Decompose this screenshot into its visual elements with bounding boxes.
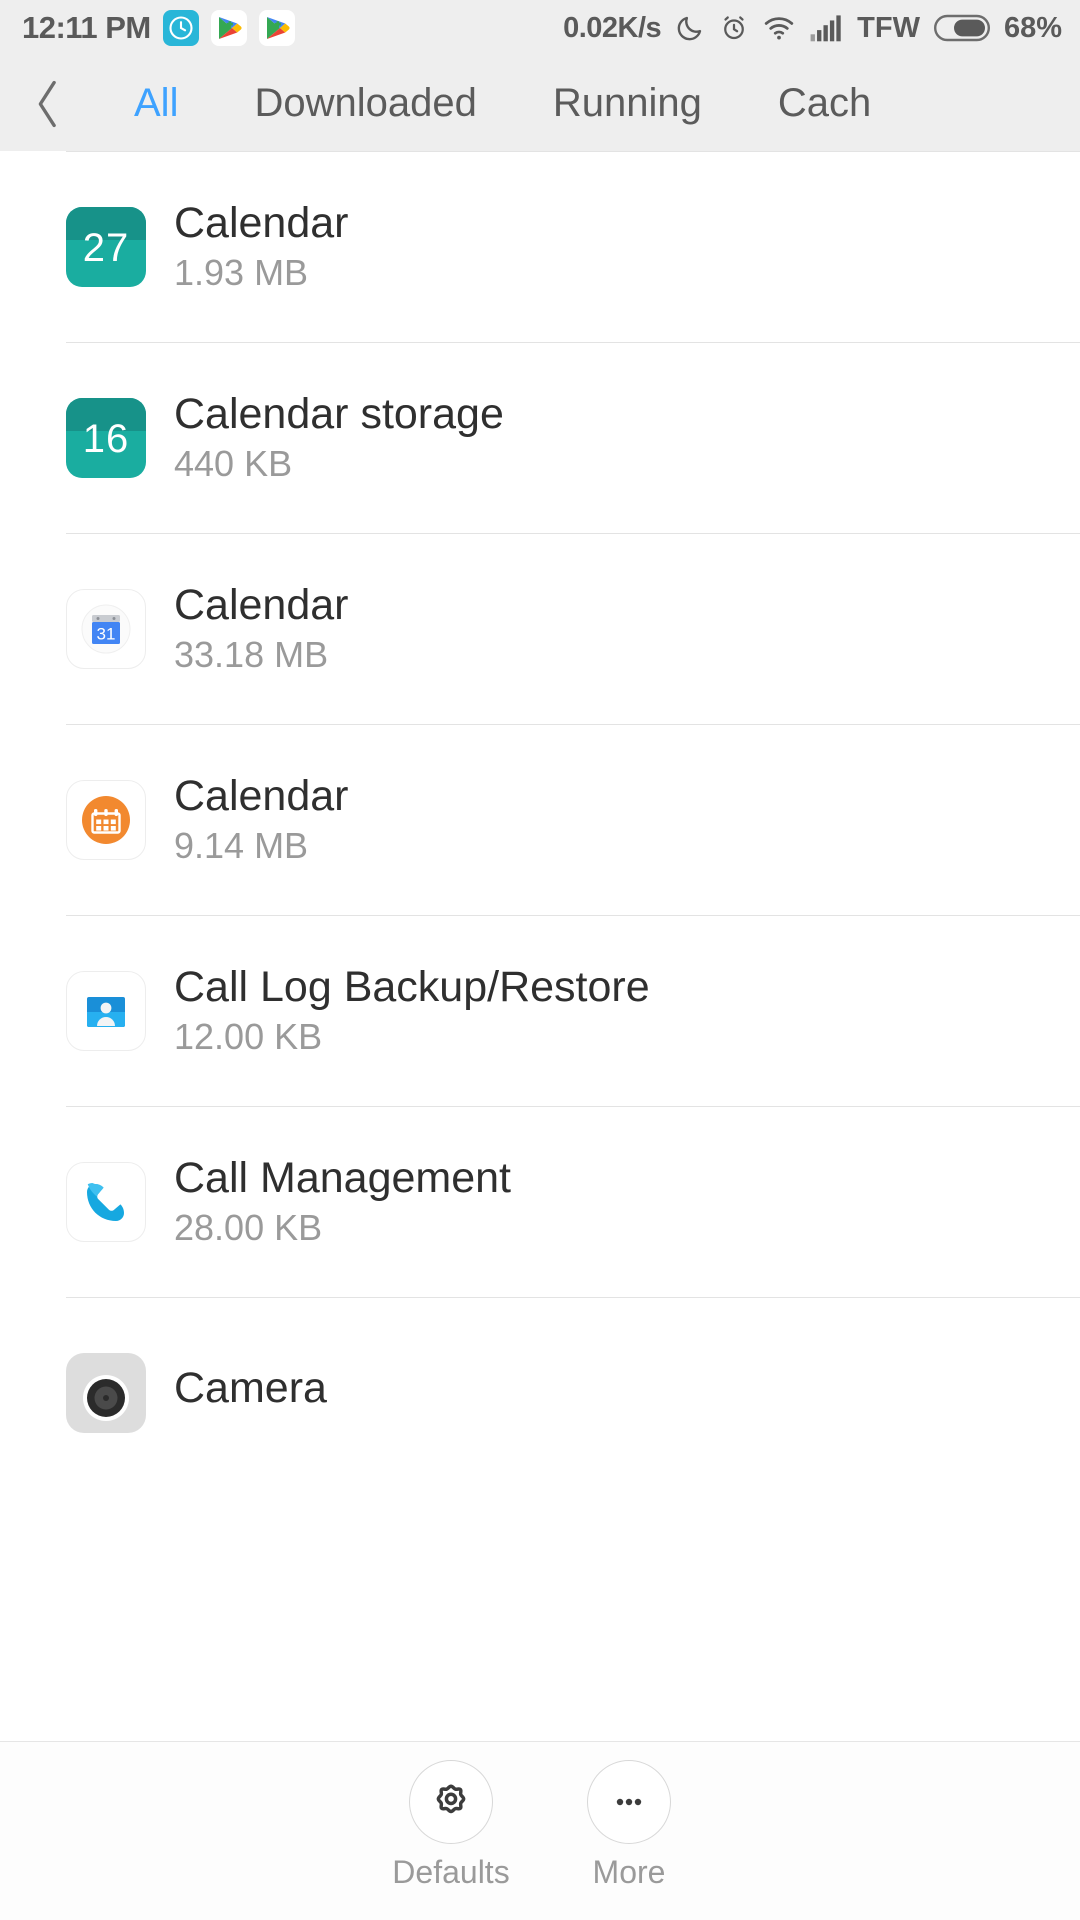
table-row[interactable]: Camera (0, 1297, 1080, 1488)
phone-handset-icon (66, 1161, 146, 1242)
app-size: 9.14 MB (174, 825, 309, 867)
calendar-date-27-icon: 27 (66, 206, 146, 287)
app-info: Calendar 1.93 MB (174, 199, 349, 294)
app-settings-screen: 12:11 PM 0.02K/s TFW 68% All Downloaded … (0, 0, 1080, 1920)
bottom-action-bar: Defaults More (0, 1741, 1080, 1920)
orange-calendar-icon (66, 779, 146, 860)
app-size: 440 KB (174, 443, 293, 485)
back-button[interactable] (0, 56, 96, 151)
tab-running[interactable]: Running (515, 56, 740, 151)
status-time: 12:11 PM (22, 10, 151, 45)
app-name: Calendar (174, 772, 349, 821)
gear-icon (409, 1760, 493, 1844)
google-play-services-icon (258, 10, 295, 46)
table-row[interactable]: Call Management 28.00 KB (0, 1106, 1080, 1297)
camera-lens-icon (66, 1352, 146, 1433)
more-button[interactable]: More (554, 1760, 704, 1891)
tab-all[interactable]: All (96, 56, 216, 151)
google-play-services-icon (210, 10, 247, 46)
app-size: 28.00 KB (174, 1207, 323, 1249)
table-row[interactable]: Call Log Backup/Restore 12.00 KB (0, 915, 1080, 1106)
app-info: Calendar storage 440 KB (174, 390, 504, 485)
app-name: Call Log Backup/Restore (174, 963, 650, 1012)
app-info: Calendar 9.14 MB (174, 772, 349, 867)
do-not-disturb-moon-icon (675, 13, 705, 43)
calendar-date-16-icon: 16 (66, 397, 146, 478)
svg-text:31: 31 (97, 624, 116, 643)
table-row[interactable]: 31 Calendar 33.18 MB (0, 533, 1080, 724)
more-label: More (592, 1854, 666, 1890)
alarm-icon (719, 13, 749, 43)
app-size: 1.93 MB (174, 252, 309, 294)
table-row[interactable]: 16 Calendar storage 440 KB (0, 342, 1080, 533)
app-info: Camera (174, 1363, 327, 1419)
cellular-signal-icon (809, 14, 843, 42)
app-size: 33.18 MB (174, 634, 329, 676)
app-name: Camera (174, 1363, 327, 1412)
app-info: Call Management 28.00 KB (174, 1154, 512, 1249)
contacts-card-icon (66, 970, 146, 1051)
tab-downloaded[interactable]: Downloaded (216, 56, 514, 151)
app-name: Calendar storage (174, 390, 504, 439)
table-row[interactable]: Calendar 9.14 MB (0, 724, 1080, 915)
tab-list: All Downloaded Running Cach (96, 56, 1080, 151)
defaults-button[interactable]: Defaults (376, 1760, 526, 1891)
app-name: Calendar (174, 581, 349, 630)
app-size: 12.00 KB (174, 1016, 323, 1058)
app-info: Calendar 33.18 MB (174, 581, 349, 676)
app-name: Call Management (174, 1154, 512, 1203)
icon-date-number: 16 (82, 417, 130, 461)
app-name: Calendar (174, 199, 349, 248)
table-row[interactable]: 27 Calendar 1.93 MB (0, 151, 1080, 342)
defaults-label: Defaults (392, 1854, 510, 1890)
app-info: Call Log Backup/Restore 12.00 KB (174, 963, 650, 1058)
status-bar: 12:11 PM 0.02K/s TFW 68% (0, 0, 1080, 56)
app-list[interactable]: 27 Calendar 1.93 MB 16 Calendar storage … (0, 151, 1080, 1741)
google-calendar-icon: 31 (66, 588, 146, 669)
status-bar-right: 0.02K/s TFW 68% (563, 12, 1062, 45)
battery-icon (933, 13, 990, 43)
tab-cached[interactable]: Cach (740, 56, 909, 151)
clock-app-icon (162, 10, 199, 46)
battery-percent: 68% (1003, 11, 1062, 44)
network-speed: 0.02K/s (563, 11, 662, 44)
wifi-icon (763, 14, 795, 42)
tab-bar: All Downloaded Running Cach (0, 56, 1080, 151)
carrier-label: TFW (857, 11, 920, 44)
overflow-dots-icon (587, 1760, 671, 1844)
icon-date-number: 27 (82, 226, 130, 270)
status-bar-left: 12:11 PM (22, 10, 295, 46)
